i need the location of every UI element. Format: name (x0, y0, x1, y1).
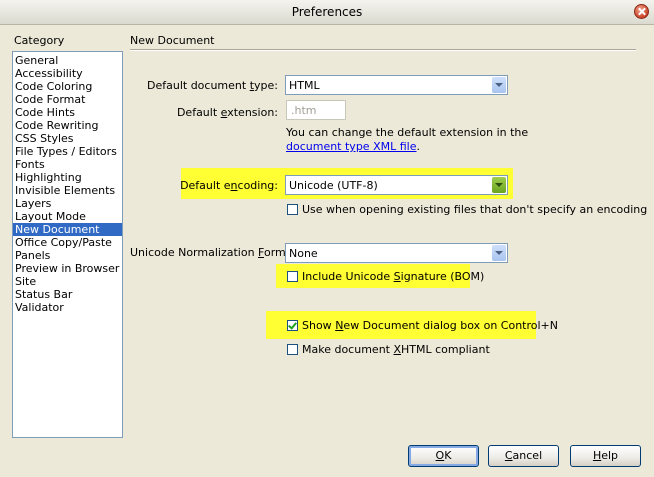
category-item[interactable]: Office Copy/Paste (13, 236, 122, 249)
encoding-label: Default encoding: (180, 179, 278, 192)
category-item[interactable]: Site (13, 275, 122, 288)
category-item[interactable]: Layout Mode (13, 210, 122, 223)
encoding-select[interactable]: Unicode (UTF-8) (285, 175, 508, 195)
section-title: New Document (130, 34, 215, 47)
show-dialog-label: Show New Document dialog box on Control+… (302, 319, 558, 332)
xhtml-checkbox[interactable] (287, 344, 298, 355)
normalization-select[interactable]: None (285, 243, 508, 263)
use-when-opening-checkbox[interactable] (287, 204, 298, 215)
extension-label: Default extension: (176, 106, 278, 119)
title-bar: Preferences (0, 0, 654, 25)
doc-type-xml-link[interactable]: document type XML file (286, 140, 416, 153)
extension-value: .htm (291, 104, 317, 117)
ok-button[interactable]: OK (408, 445, 479, 467)
category-item[interactable]: New Document (13, 223, 122, 236)
category-item[interactable]: General (13, 54, 122, 67)
category-list[interactable]: General Accessibility Code Coloring Code Fo… (12, 51, 123, 438)
normalization-label: Unicode Normalization Form: (130, 246, 290, 259)
bom-label: Include Unicode Signature (BOM) (302, 270, 485, 283)
category-item[interactable]: Code Format (13, 93, 122, 106)
category-item[interactable]: Fonts (13, 158, 122, 171)
category-item[interactable]: Panels (13, 249, 122, 262)
info-suffix: . (416, 140, 420, 153)
category-item[interactable]: Validator (13, 301, 122, 314)
doc-type-value: HTML (289, 79, 320, 92)
show-dialog-checkbox[interactable] (287, 320, 298, 331)
category-item[interactable]: Preview in Browser (13, 262, 122, 275)
category-item[interactable]: Highlighting (13, 171, 122, 184)
category-item[interactable]: Invisible Elements (13, 184, 122, 197)
normalization-value: None (289, 247, 318, 260)
category-item[interactable]: Code Rewriting (13, 119, 122, 132)
chevron-down-icon[interactable] (492, 77, 506, 93)
bom-checkbox[interactable] (287, 271, 298, 282)
section-divider (130, 49, 636, 51)
chevron-down-icon[interactable] (492, 177, 506, 193)
window-title: Preferences (291, 5, 363, 19)
category-item[interactable]: Status Bar (13, 288, 122, 301)
cancel-button[interactable]: Cancel (488, 445, 559, 467)
category-item[interactable]: Code Coloring (13, 80, 122, 93)
category-item[interactable]: Code Hints (13, 106, 122, 119)
category-item[interactable]: File Types / Editors (13, 145, 122, 158)
chevron-down-icon[interactable] (492, 245, 506, 261)
close-icon[interactable] (634, 4, 649, 19)
category-label: Category (14, 34, 65, 47)
category-item[interactable]: Layers (13, 197, 122, 210)
category-item[interactable]: CSS Styles (13, 132, 122, 145)
extension-input: .htm (286, 100, 346, 120)
category-item[interactable]: Accessibility (13, 67, 122, 80)
doc-type-label: Default document type: (147, 79, 278, 92)
encoding-value: Unicode (UTF-8) (289, 179, 378, 192)
xhtml-label: Make document XHTML compliant (302, 343, 490, 356)
use-when-opening-label: Use when opening existing files that don… (302, 203, 648, 216)
info-text: You can change the default extension in … (286, 126, 529, 139)
extension-info: You can change the default extension in … (286, 126, 528, 154)
help-button[interactable]: Help (570, 445, 641, 467)
doc-type-select[interactable]: HTML (285, 75, 508, 95)
